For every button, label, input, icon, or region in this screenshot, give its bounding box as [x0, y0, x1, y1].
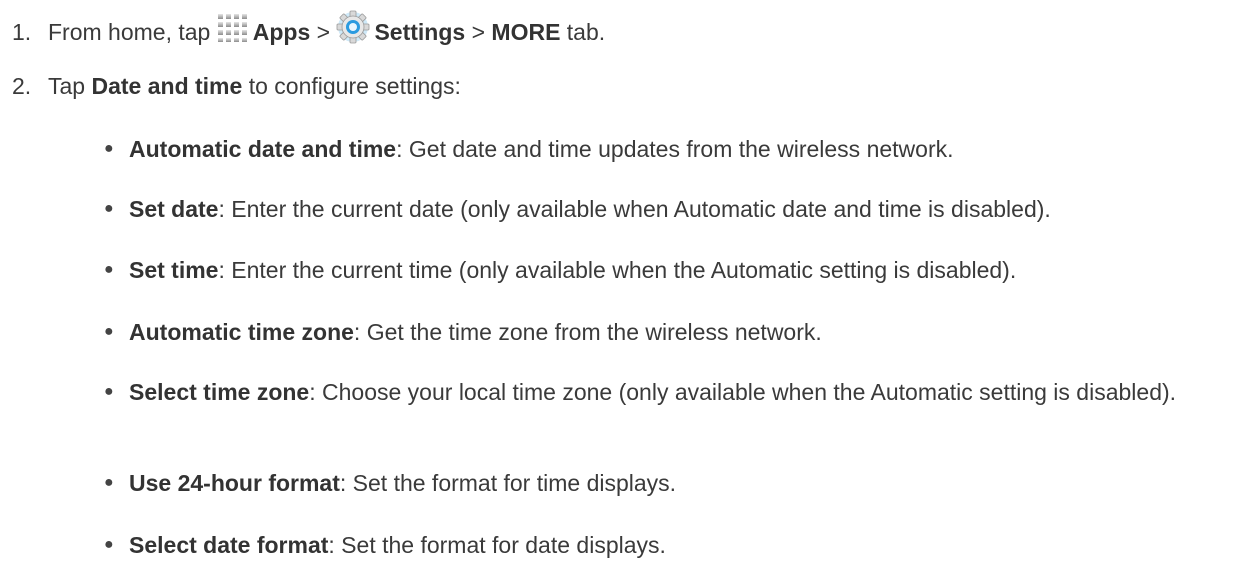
bullet-desc: : Choose your local time zone (only avai… [309, 379, 1177, 405]
separator: > [316, 19, 331, 45]
bullet-automatic-date-and-time: ● Automatic date and time: Get date and … [104, 135, 1234, 163]
bullet-set-time: ● Set time: Enter the current time (only… [104, 256, 1234, 284]
bullet-dot: ● [104, 474, 114, 491]
bullet-term: Set date [129, 196, 219, 222]
settings-gear-icon [337, 10, 370, 44]
step-1: 1. From home, tap Apps > Settings > MORE… [12, 10, 605, 46]
bullet-dot: ● [104, 323, 114, 340]
date-and-time-label: Date and time [91, 73, 243, 99]
step-text: tab. [566, 19, 606, 45]
step-2: 2. Tap Date and time to configure setting… [12, 72, 461, 100]
more-tab-label: MORE [491, 19, 561, 45]
step-text: From home, tap [48, 19, 211, 45]
bullet-term: Use 24-hour format [129, 470, 340, 496]
bullet-dot: ● [104, 383, 114, 400]
bullet-term: Automatic time zone [129, 319, 354, 345]
bullet-desc: : Set the format for date displays. [328, 532, 666, 558]
bullet-desc: : Enter the current date (only available… [218, 196, 1051, 222]
bullet-desc: : Enter the current time (only available… [218, 257, 1017, 283]
bullet-use-24-hour-format: ● Use 24-hour format: Set the format for… [104, 469, 1234, 497]
apps-grid-icon [217, 14, 247, 42]
separator: > [471, 19, 486, 45]
step-number: 2. [12, 73, 32, 99]
bullet-desc: : Get the time zone from the wireless ne… [353, 319, 822, 345]
bullet-select-time-zone: ● Select time zone: Choose your local ti… [104, 378, 1234, 406]
apps-label: Apps [252, 19, 311, 45]
settings-label: Settings [374, 19, 466, 45]
bullet-set-date: ● Set date: Enter the current date (only… [104, 195, 1234, 223]
step-text: to configure settings: [248, 73, 461, 99]
bullet-term: Select time zone [129, 379, 310, 405]
bullet-desc: : Get date and time updates from the wir… [396, 136, 954, 162]
bullet-term: Set time [129, 257, 219, 283]
bullet-desc: : Set the format for time displays. [339, 470, 677, 496]
step-number: 1. [12, 19, 32, 45]
bullet-dot: ● [104, 140, 114, 157]
bullet-dot: ● [104, 261, 114, 278]
bullet-term: Automatic date and time [129, 136, 397, 162]
bullet-dot: ● [104, 200, 114, 217]
bullet-dot: ● [104, 536, 114, 553]
bullet-automatic-time-zone: ● Automatic time zone: Get the time zone… [104, 318, 1234, 346]
bullet-term: Select date format [129, 532, 329, 558]
step-text: Tap [48, 73, 86, 99]
bullet-select-date-format: ● Select date format: Set the format for… [104, 531, 1234, 559]
